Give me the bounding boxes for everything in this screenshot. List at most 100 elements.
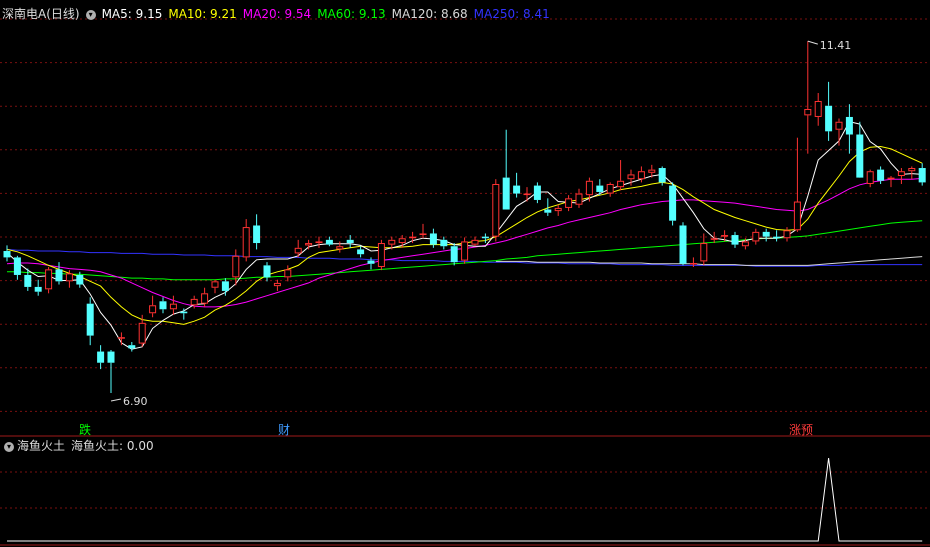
candle (835, 118, 843, 146)
candle-body (596, 185, 604, 192)
signal-marker-rise-forecast: 涨预 (789, 423, 814, 437)
indicator-line (7, 458, 923, 542)
candle (897, 168, 905, 184)
signal-marker-wealth: 财 (278, 423, 291, 437)
candle-body (533, 185, 541, 200)
candle (752, 228, 760, 245)
candle-body (773, 236, 781, 239)
candle (263, 262, 271, 282)
candle (284, 265, 292, 282)
candle-body (606, 183, 614, 194)
candle-body (221, 281, 229, 291)
candle-body (211, 281, 219, 288)
candle-body (689, 262, 697, 265)
candle-body (357, 249, 365, 255)
candle (107, 349, 115, 394)
candle-body (305, 243, 313, 246)
candle (502, 129, 510, 210)
candle-body (24, 274, 32, 287)
candle-body (845, 116, 853, 135)
candle (700, 233, 708, 266)
candle-body (814, 100, 822, 117)
candle-body (731, 235, 739, 245)
candle (45, 266, 53, 294)
candle-body (866, 171, 874, 184)
candle-body (398, 238, 406, 244)
candle-body (856, 134, 864, 178)
candle-body (45, 269, 53, 290)
candle-body (159, 301, 167, 310)
candle-body (440, 239, 448, 247)
indicator-legend: ▾ 海鱼火土 海鱼火土: 0.00 (2, 438, 154, 454)
candle-body (13, 257, 21, 275)
candle (315, 236, 323, 248)
candle (325, 236, 333, 247)
candle-body (617, 180, 625, 188)
candle-body (565, 198, 573, 208)
low-price-label: 6.90 (123, 395, 148, 408)
candle-body (34, 286, 42, 292)
low-pointer (110, 398, 122, 402)
candle-body (149, 305, 157, 314)
candle-body (76, 274, 84, 285)
candle-body (388, 239, 396, 245)
candle-body (461, 241, 469, 261)
candle-body (502, 177, 510, 210)
candle-body (918, 168, 926, 183)
candle-body (627, 174, 635, 180)
ma20-label: MA20: 9.54 (242, 7, 312, 21)
candle (533, 182, 541, 204)
candle (97, 345, 105, 370)
candle (149, 295, 157, 318)
candle-body (97, 351, 105, 363)
candle-body (523, 193, 531, 196)
candle-body (86, 303, 94, 336)
candle (783, 227, 791, 242)
candle (845, 104, 853, 154)
candle-body (793, 201, 801, 231)
ma10-label: MA10: 9.21 (168, 7, 237, 21)
candle-body (367, 260, 375, 264)
candle (169, 295, 177, 315)
candle (856, 121, 864, 178)
candle (565, 195, 573, 212)
price-chart[interactable]: 11.41 6.90 (0, 0, 930, 547)
candlesticks (3, 41, 926, 394)
candle-body (575, 193, 583, 205)
indicator-value: 海鱼火土: 0.00 (71, 439, 154, 453)
indicator-panel (7, 458, 923, 542)
candle-body (554, 207, 562, 212)
settings-icon[interactable]: ▾ (85, 9, 96, 20)
candle-body (128, 345, 136, 349)
candle-body (346, 239, 354, 244)
candle-body (65, 273, 73, 282)
candle (773, 230, 781, 242)
indicator-settings-icon[interactable]: ▾ (4, 441, 14, 452)
candle-body (409, 236, 417, 239)
candle-body (544, 209, 552, 213)
candle (887, 176, 895, 188)
candle-body (169, 303, 177, 310)
ma250-label: MA250: 8.41 (473, 7, 550, 21)
ma120-line (495, 256, 923, 266)
candle (669, 182, 677, 226)
candle (34, 279, 42, 296)
stock-title[interactable]: 深南电A(日线) (2, 7, 80, 21)
candle (86, 297, 94, 346)
candle (305, 239, 313, 250)
candle (221, 278, 229, 296)
candle-body (190, 298, 198, 306)
indicator-name[interactable]: 海鱼火土 (17, 439, 65, 453)
candle (804, 41, 812, 154)
candle (554, 204, 562, 216)
candle (232, 249, 240, 286)
candle (513, 172, 521, 198)
candle-body (263, 265, 271, 278)
candle-body (897, 171, 905, 177)
candle (606, 182, 614, 197)
ma120-label: MA120: 8.68 (391, 7, 468, 21)
candle-body (721, 235, 729, 237)
candle (481, 233, 489, 244)
candle (346, 235, 354, 248)
candle-body (180, 311, 188, 314)
